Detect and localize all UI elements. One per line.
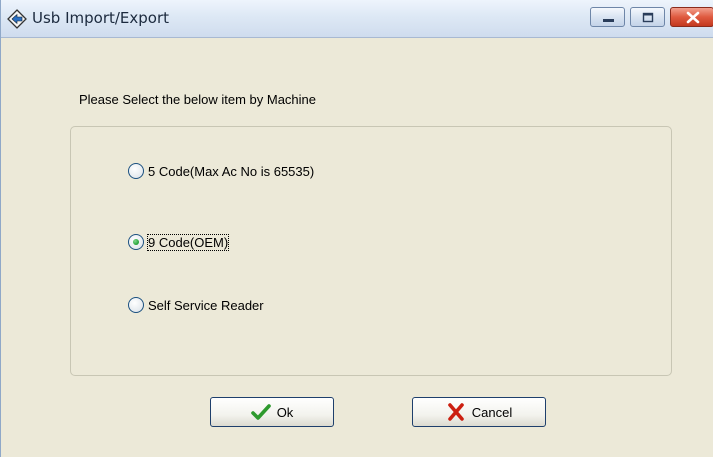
close-button[interactable]	[670, 7, 713, 27]
instruction-label: Please Select the below item by Machine	[79, 92, 317, 107]
option-9-code-oem-label[interactable]: 9 Code(OEM)	[146, 233, 230, 251]
ok-button[interactable]: Ok	[210, 397, 334, 427]
maximize-icon	[642, 12, 654, 23]
minimize-button[interactable]	[590, 7, 625, 27]
radio-self-service-reader[interactable]	[128, 297, 144, 313]
title-bar[interactable]: Usb Import/Export	[1, 0, 713, 38]
radio-9-code-oem[interactable]	[128, 234, 144, 250]
radio-5-code[interactable]	[128, 163, 144, 179]
x-mark-icon	[447, 403, 464, 421]
option-5-code-label[interactable]: 5 Code(Max Ac No is 65535)	[148, 164, 314, 179]
option-5-code[interactable]: 5 Code(Max Ac No is 65535)	[128, 161, 314, 181]
option-self-service-reader-label[interactable]: Self Service Reader	[148, 298, 264, 313]
maximize-button[interactable]	[630, 7, 665, 27]
usb-import-export-window: Usb Import/Export Please Select the belo…	[0, 0, 713, 457]
close-icon	[686, 11, 700, 24]
ok-button-label: Ok	[276, 404, 294, 420]
cancel-button-label: Cancel	[471, 404, 513, 420]
option-9-code-oem[interactable]: 9 Code(OEM)	[128, 232, 230, 252]
option-self-service-reader[interactable]: Self Service Reader	[128, 295, 264, 315]
usb-arrows-icon	[7, 9, 27, 29]
minimize-icon	[603, 19, 614, 22]
cancel-button[interactable]: Cancel	[412, 397, 546, 427]
window-title: Usb Import/Export	[32, 9, 170, 27]
checkmark-icon	[250, 404, 271, 420]
